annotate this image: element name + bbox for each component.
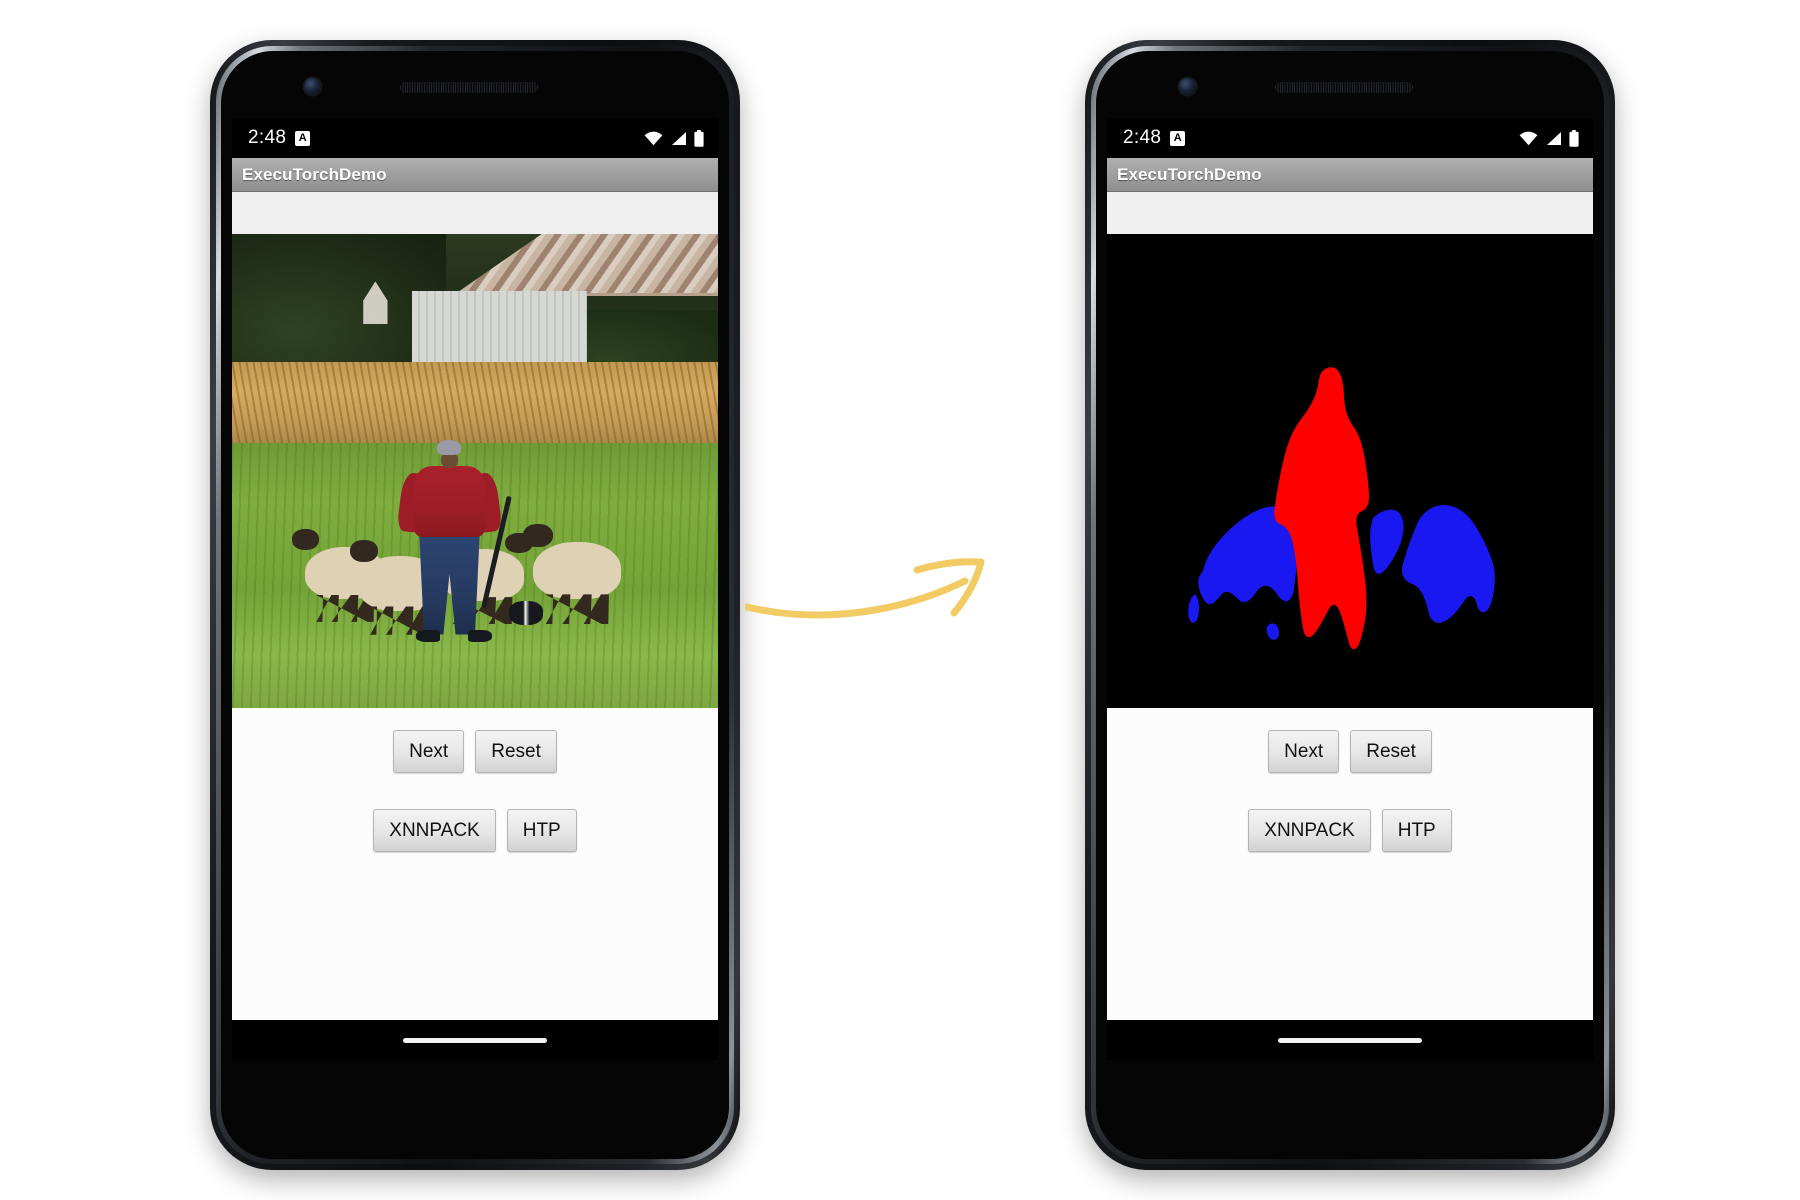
app-bar: ExecuTorchDemo [1107,158,1593,192]
segmentation-canvas [1107,234,1593,708]
reset-button[interactable]: Reset [1350,730,1432,773]
photo-dog [509,601,544,626]
content-top-spacer [1107,192,1593,234]
wifi-icon [644,131,663,145]
photo-person-shoe-left [415,629,440,643]
next-button[interactable]: Next [393,730,465,773]
front-camera-icon [1179,78,1196,95]
photo-dry-grass [232,361,718,448]
segmentation-mask[interactable] [1107,234,1593,708]
button-row-backend: XNNPACK HTP [232,809,718,852]
status-bar-right [1519,129,1579,147]
front-camera-icon [304,78,321,95]
next-button[interactable]: Next [1268,730,1340,773]
app-title: ExecuTorchDemo [1117,164,1262,184]
xnnpack-button[interactable]: XNNPACK [1248,809,1371,852]
app-bar: ExecuTorchDemo [232,158,718,192]
earpiece-speaker-icon [1275,82,1413,93]
phone-screen-left: 2:48 A ExecuTorchDemo Next Reset XNNPACK… [232,118,718,1060]
segmentation-shapes [1107,234,1593,708]
button-row-primary: Next Reset [1107,730,1593,773]
status-bar-left: 2:48 A [248,127,311,149]
earpiece-speaker-icon [400,82,538,93]
battery-icon [1569,129,1579,147]
content-top-spacer [232,192,718,234]
phone-screen-right: 2:48 A ExecuTorchDemo Next Reset XNNPACK… [1107,118,1593,1060]
button-row-primary: Next Reset [232,730,718,773]
photo-person-torso [414,466,485,538]
notification-badge-icon: A [295,130,311,146]
wifi-icon [1519,131,1538,145]
figure-canvas: 2:48 A ExecuTorchDemo Next Reset XNNPACK… [0,0,1800,1200]
status-bar-right [644,129,704,147]
cellular-signal-icon [1547,131,1561,145]
notification-badge-icon: A [1170,130,1186,146]
photo-person-hat [437,440,462,456]
phone-device-left: 2:48 A ExecuTorchDemo Next Reset XNNPACK… [210,40,740,1170]
gesture-nav-bar [232,1020,718,1060]
input-photo[interactable] [232,234,718,708]
app-content-right: Next Reset XNNPACK HTP [1107,192,1593,1060]
photo-person-shoe-right [467,629,492,643]
button-row-backend: XNNPACK HTP [1107,809,1593,852]
home-gesture-pill[interactable] [403,1037,547,1043]
xnnpack-button[interactable]: XNNPACK [373,809,496,852]
battery-icon [694,129,704,147]
phone-device-right: 2:48 A ExecuTorchDemo Next Reset XNNPACK… [1085,40,1615,1170]
status-bar: 2:48 A [232,118,718,158]
reset-button[interactable]: Reset [475,730,557,773]
app-title: ExecuTorchDemo [242,164,387,184]
status-bar-left: 2:48 A [1123,127,1186,149]
photo-scene [232,234,718,708]
transition-arrow-icon [745,558,985,619]
status-clock: 2:48 [1123,127,1162,148]
photo-barn-wall [411,290,587,372]
app-content-left: Next Reset XNNPACK HTP [232,192,718,1060]
home-gesture-pill[interactable] [1278,1037,1422,1043]
htp-button[interactable]: HTP [506,809,577,852]
status-clock: 2:48 [248,127,287,148]
cellular-signal-icon [672,131,686,145]
photo-sheep [522,523,621,599]
gesture-nav-bar [1107,1020,1593,1060]
htp-button[interactable]: HTP [1381,809,1452,852]
status-bar: 2:48 A [1107,118,1593,158]
